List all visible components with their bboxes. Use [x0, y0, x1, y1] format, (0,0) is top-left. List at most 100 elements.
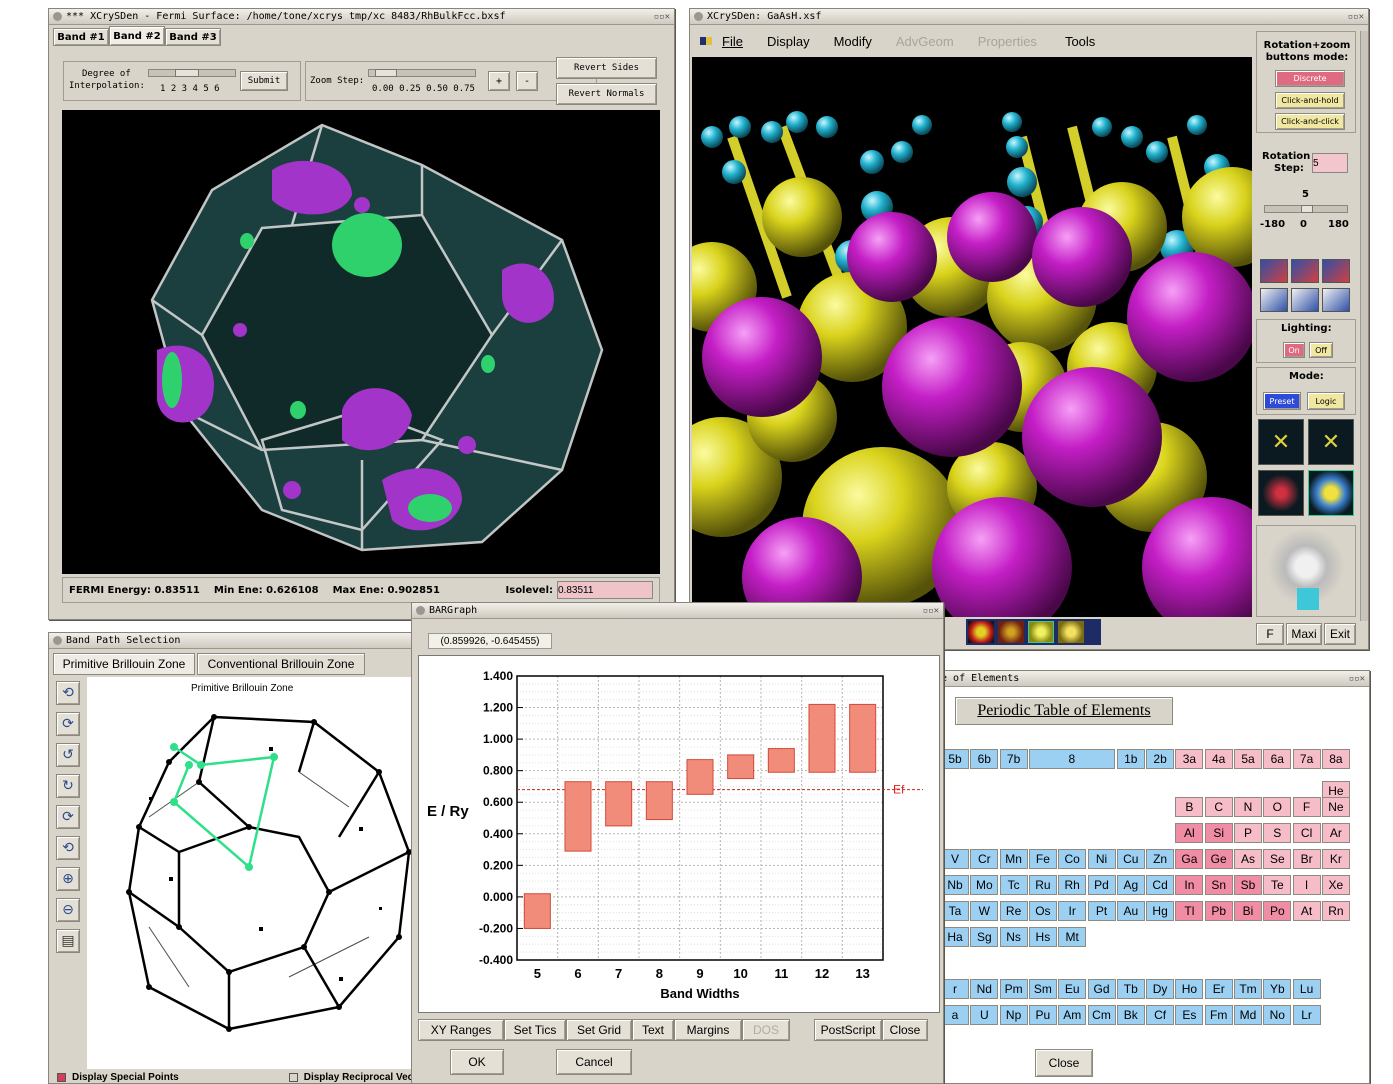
interpolation-slider-handle[interactable] [175, 69, 199, 77]
rotate-down-icon[interactable] [1260, 287, 1288, 312]
element-row5-1[interactable]: Mo [970, 875, 999, 895]
element-row3-1[interactable]: Si [1204, 823, 1233, 843]
element-lan-3[interactable]: Sm [1028, 979, 1057, 999]
gaas-scrollbar[interactable] [1360, 31, 1368, 621]
element-row7-2[interactable]: Ns [999, 927, 1028, 947]
bargraph-postscript-button[interactable]: PostScript [814, 1019, 882, 1041]
bargraph-dos-button[interactable]: DOS [742, 1019, 790, 1041]
submit-button[interactable]: Submit [240, 71, 288, 91]
element-row4-4[interactable]: Co [1058, 849, 1087, 869]
discrete-mode-button[interactable]: Discrete [1275, 70, 1345, 87]
element-row5-3[interactable]: Ru [1028, 875, 1057, 895]
sphere-display-icon[interactable] [1028, 621, 1054, 643]
rotation-step-input[interactable] [1312, 153, 1348, 173]
element-row7-4[interactable]: Mt [1058, 927, 1087, 947]
element-groups-8[interactable]: 5a [1234, 749, 1262, 769]
element-act-10[interactable]: Md [1234, 1005, 1262, 1025]
element-row5-12[interactable]: I [1292, 875, 1321, 895]
window-menu-icon[interactable] [53, 636, 62, 645]
ok-button[interactable]: OK [450, 1049, 504, 1075]
reciprocal-vectors-checkbox[interactable] [288, 1072, 298, 1082]
tab-band-3[interactable]: Band #3 [165, 28, 221, 46]
element-act-2[interactable]: Np [999, 1005, 1028, 1025]
element-row2-0[interactable]: B [1175, 797, 1204, 817]
sticks-style-icon[interactable]: ✕ [1308, 419, 1354, 465]
bargraph-set-tics-button[interactable]: Set Tics [504, 1019, 566, 1041]
element-row3-4[interactable]: Cl [1292, 823, 1321, 843]
window-menu-icon[interactable] [53, 12, 62, 21]
element-row5-2[interactable]: Tc [999, 875, 1028, 895]
element-row6-4[interactable]: Ir [1058, 901, 1087, 921]
ball-stick-style-icon[interactable] [1258, 470, 1304, 516]
element-row2-1[interactable]: C [1204, 797, 1233, 817]
element-row2-4[interactable]: F [1292, 797, 1321, 817]
fermi-title-bar[interactable]: *** XCrySDen - Fermi Surface: /home/tone… [49, 9, 674, 25]
element-groups-2[interactable]: 7b [999, 749, 1028, 769]
rotation-step-slider-handle[interactable] [1301, 205, 1313, 213]
zoom-out-icon[interactable]: ⊖ [56, 898, 80, 922]
element-lan-9[interactable]: Er [1204, 979, 1233, 999]
element-row4-9[interactable]: Ge [1204, 849, 1233, 869]
menu-display[interactable]: Display [767, 34, 810, 49]
fermi-surface-canvas[interactable] [62, 110, 660, 574]
cancel-button[interactable]: Cancel [556, 1049, 632, 1075]
rotate-right-icon[interactable] [1322, 259, 1350, 283]
element-lan-6[interactable]: Tb [1116, 979, 1145, 999]
element-row7-1[interactable]: Sg [970, 927, 999, 947]
element-row4-5[interactable]: Ni [1087, 849, 1116, 869]
element-groups-5[interactable]: 2b [1146, 749, 1175, 769]
element-lan-11[interactable]: Yb [1263, 979, 1292, 999]
window-menu-icon[interactable] [694, 12, 703, 21]
f-button[interactable]: F [1256, 623, 1284, 645]
rotate-y-icon[interactable]: ⟳ [56, 712, 80, 736]
tilt-icon[interactable] [1291, 287, 1319, 312]
element-row6-2[interactable]: Re [999, 901, 1028, 921]
element-act-6[interactable]: Bk [1116, 1005, 1145, 1025]
spin-ccw-icon[interactable]: ⟲ [56, 836, 80, 860]
element-act-0[interactable]: a [941, 1005, 969, 1025]
element-row6-3[interactable]: Os [1028, 901, 1057, 921]
maxi-button[interactable]: Maxi [1286, 623, 1322, 645]
element-lan-10[interactable]: Tm [1234, 979, 1262, 999]
element-row5-13[interactable]: Xe [1321, 875, 1350, 895]
element-groups-0[interactable]: 5b [941, 749, 969, 769]
element-row6-7[interactable]: Hg [1146, 901, 1175, 921]
print-icon[interactable]: ▤ [56, 929, 80, 953]
revert-sides-button[interactable]: Revert Sides [556, 57, 657, 79]
element-act-12[interactable]: Lr [1292, 1005, 1321, 1025]
mesh-display-icon[interactable] [998, 621, 1024, 643]
element-row7-0[interactable]: Ha [941, 927, 969, 947]
element-row4-12[interactable]: Br [1292, 849, 1321, 869]
spin-cw-icon[interactable]: ⟳ [56, 805, 80, 829]
element-act-5[interactable]: Cm [1087, 1005, 1116, 1025]
element-row5-8[interactable]: In [1175, 875, 1204, 895]
element-groups-9[interactable]: 6a [1263, 749, 1292, 769]
bandpath-title-bar[interactable]: Band Path Selection [49, 633, 447, 649]
element-groups-7[interactable]: 4a [1204, 749, 1233, 769]
element-groups-1[interactable]: 6b [970, 749, 999, 769]
rotation-step-slider[interactable] [1264, 205, 1348, 213]
element-lan-12[interactable]: Lu [1292, 979, 1321, 999]
element-row2-5[interactable]: Ne [1321, 797, 1350, 817]
zoom-in-button[interactable]: + [488, 71, 510, 91]
element-row6-12[interactable]: At [1292, 901, 1321, 921]
element-row3-3[interactable]: S [1263, 823, 1292, 843]
rotate-w-icon[interactable]: ↻ [56, 774, 80, 798]
element-row5-4[interactable]: Rh [1058, 875, 1087, 895]
element-row4-11[interactable]: Se [1263, 849, 1292, 869]
bargraph-text-button[interactable]: Text [632, 1019, 674, 1041]
lines-style-icon[interactable]: ✕ [1258, 419, 1304, 465]
balls-display-icon[interactable] [968, 621, 994, 643]
click-and-click-button[interactable]: Click-and-click [1275, 113, 1345, 130]
menu-properties[interactable]: Properties [978, 34, 1037, 49]
spacefill-style-icon[interactable] [1308, 470, 1354, 516]
exit-button[interactable]: Exit [1324, 623, 1356, 645]
rotate-z-icon[interactable]: ↺ [56, 743, 80, 767]
element-lan-0[interactable]: r [941, 979, 969, 999]
element-row6-10[interactable]: Bi [1234, 901, 1262, 921]
click-and-hold-button[interactable]: Click-and-hold [1275, 92, 1345, 109]
element-act-4[interactable]: Am [1058, 1005, 1087, 1025]
element-row5-11[interactable]: Te [1263, 875, 1292, 895]
window-controls-icon[interactable]: ▫▫✕ [919, 606, 939, 616]
element-row4-7[interactable]: Zn [1146, 849, 1175, 869]
